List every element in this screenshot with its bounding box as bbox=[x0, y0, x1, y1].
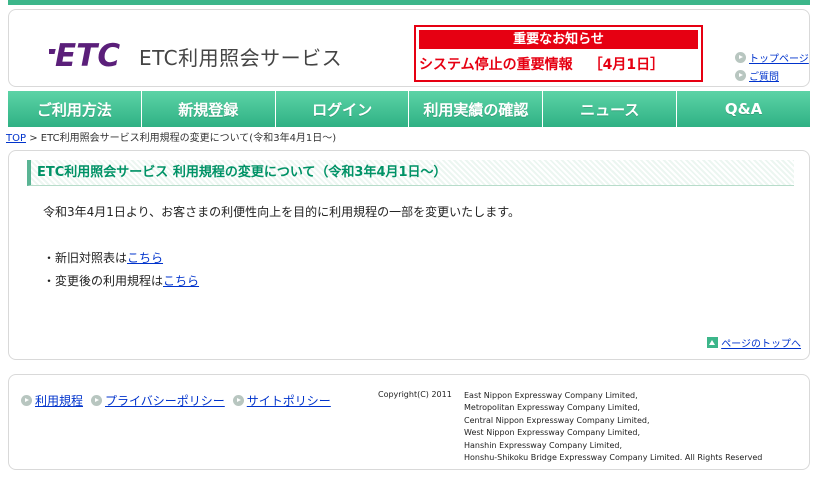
footer-links: 利用規程 プライバシーポリシー サイトポリシー bbox=[21, 392, 339, 409]
breadcrumb-current: ETC利用照会サービス利用規程の変更について(令和3年4月1日～) bbox=[40, 133, 337, 144]
list-item-comparison-table: ・新旧対照表はこちら bbox=[43, 249, 163, 266]
main-content: ETC利用照会サービス 利用規程の変更について（令和3年4月1日～） 令和3年4… bbox=[8, 150, 810, 360]
arrow-bullet-icon bbox=[21, 395, 32, 406]
arrow-up-icon bbox=[707, 337, 719, 348]
arrow-bullet-icon bbox=[735, 69, 746, 81]
comparison-table-link[interactable]: こちら bbox=[127, 251, 163, 265]
notice-link[interactable]: システム停止の重要情報 ［4月1日］ bbox=[419, 54, 698, 74]
company-name: Honshu-Shikoku Bridge Expressway Company… bbox=[464, 453, 763, 463]
copyright: Copyright(C) 2011 bbox=[378, 390, 452, 399]
new-terms-link[interactable]: こちら bbox=[163, 274, 199, 288]
terms-link[interactable]: 利用規程 bbox=[35, 392, 83, 409]
top-accent-bar bbox=[8, 0, 810, 5]
notice-link-text: システム停止の重要情報 bbox=[419, 57, 573, 73]
company-name: Metropolitan Expressway Company Limited, bbox=[464, 403, 640, 413]
arrow-bullet-icon bbox=[91, 395, 103, 406]
footer-link-terms[interactable]: 利用規程 bbox=[21, 392, 83, 409]
page-top-link-text[interactable]: ページのトップへ bbox=[721, 335, 801, 350]
quick-link-top-page[interactable]: トップページ bbox=[735, 48, 809, 66]
breadcrumb-separator: > bbox=[29, 133, 38, 144]
notice-title: 重要なお知らせ bbox=[419, 30, 698, 49]
service-name: ETC利用照会サービス bbox=[139, 46, 343, 70]
site-header: ETC ETC利用照会サービス 重要なお知らせ システム停止の重要情報 ［4月1日… bbox=[8, 9, 810, 87]
site-policy-link[interactable]: サイトポリシー bbox=[247, 392, 331, 409]
company-name: East Nippon Expressway Company Limited, bbox=[464, 391, 638, 400]
nav-tab-qa[interactable]: Q&A bbox=[677, 91, 810, 127]
footer-link-privacy[interactable]: プライバシーポリシー bbox=[91, 392, 225, 409]
intro-text: 令和3年4月1日より、お客さまの利便性向上を目的に利用規程の一部を変更いたします… bbox=[43, 205, 520, 219]
nav-tab-usage[interactable]: ご利用方法 bbox=[8, 91, 142, 127]
list-item-new-terms: ・変更後の利用規程はこちら bbox=[43, 272, 199, 289]
top-page-link[interactable]: トップページ bbox=[749, 50, 809, 65]
breadcrumb-top-link[interactable]: TOP bbox=[6, 133, 26, 144]
footer-link-site-policy[interactable]: サイトポリシー bbox=[232, 392, 331, 409]
notice-date: ［4月1日］ bbox=[588, 57, 665, 73]
company-list: East Nippon Expressway Company Limited, … bbox=[464, 390, 762, 464]
nav-tab-usage-history[interactable]: 利用実績の確認 bbox=[409, 91, 544, 127]
etc-logo[interactable]: ETC bbox=[49, 36, 129, 72]
list-item-label: ・変更後の利用規程は bbox=[43, 274, 164, 288]
nav-tab-login[interactable]: ログイン bbox=[275, 91, 410, 127]
main-nav: ご利用方法 新規登録 ログイン 利用実績の確認 ニュース Q&A bbox=[8, 91, 810, 127]
important-notice-box: 重要なお知らせ システム停止の重要情報 ［4月1日］ bbox=[414, 25, 703, 82]
privacy-policy-link[interactable]: プライバシーポリシー bbox=[105, 392, 225, 409]
faq-link[interactable]: ご質問 bbox=[749, 68, 779, 83]
logo-text: ETC bbox=[55, 38, 120, 72]
breadcrumb: TOP > ETC利用照会サービス利用規程の変更について(令和3年4月1日～) bbox=[6, 129, 336, 144]
arrow-bullet-icon bbox=[232, 395, 244, 406]
page-top-link[interactable]: ページのトップへ bbox=[707, 335, 801, 350]
nav-tab-news[interactable]: ニュース bbox=[543, 91, 678, 127]
list-item-label: ・新旧対照表は bbox=[43, 251, 128, 265]
nav-tab-register[interactable]: 新規登録 bbox=[141, 91, 276, 127]
page-title: ETC利用照会サービス 利用規程の変更について（令和3年4月1日～） bbox=[27, 160, 794, 186]
site-footer: 利用規程 プライバシーポリシー サイトポリシー Copyright(C) 201… bbox=[8, 374, 810, 470]
arrow-bullet-icon bbox=[735, 51, 746, 63]
quick-links: トップページ ご質問 bbox=[735, 48, 809, 84]
quick-link-faq[interactable]: ご質問 bbox=[735, 66, 809, 84]
company-name: Central Nippon Expressway Company Limite… bbox=[464, 415, 650, 425]
company-name: Hanshin Expressway Company Limited, bbox=[464, 440, 622, 450]
company-name: West Nippon Expressway Company Limited, bbox=[464, 428, 641, 438]
